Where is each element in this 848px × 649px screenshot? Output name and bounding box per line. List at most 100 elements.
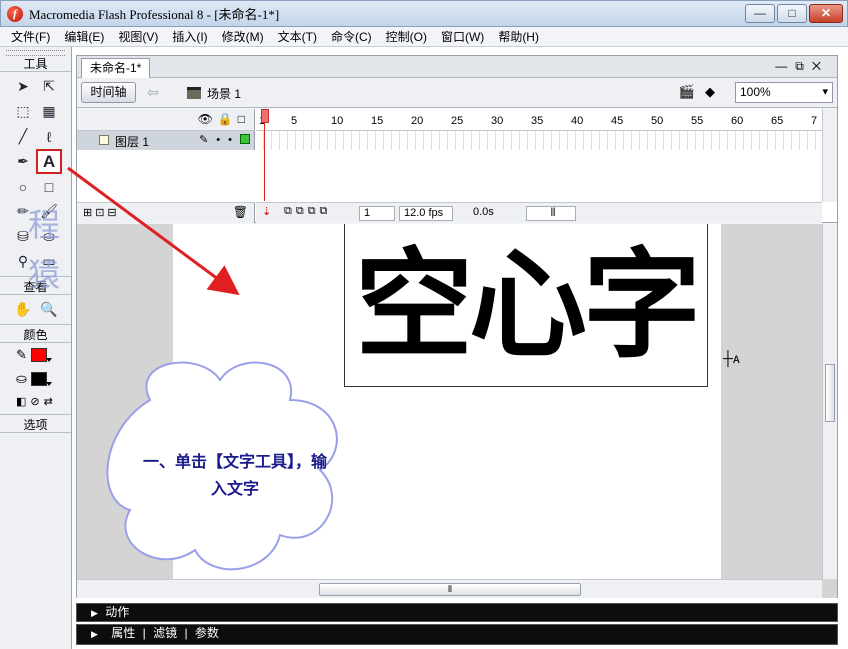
- selection-tool-icon[interactable]: ➤: [10, 74, 36, 99]
- menu-help[interactable]: 帮助(H): [491, 28, 546, 46]
- maximize-button[interactable]: □: [777, 4, 807, 23]
- actions-panel-label[interactable]: 动作: [105, 605, 129, 619]
- center-frame-icon[interactable]: ⇣: [262, 205, 271, 218]
- ruler-number: 45: [611, 115, 624, 127]
- layer-name[interactable]: 图层 1: [115, 133, 149, 150]
- menu-file[interactable]: 文件(F): [4, 28, 57, 46]
- onion-skin-icons[interactable]: ⧉⧉⧉⧉: [284, 205, 331, 218]
- menu-edit[interactable]: 编辑(E): [57, 28, 111, 46]
- watermark-char: 程: [28, 206, 61, 244]
- ruler-number: 5: [291, 115, 298, 127]
- current-frame-field: 1: [359, 206, 395, 221]
- parameters-tab[interactable]: 参数: [195, 626, 219, 640]
- properties-tab[interactable]: 属性: [111, 626, 135, 640]
- stage-hscroll[interactable]: ⦀: [77, 579, 822, 598]
- ruler-number: 60: [731, 115, 744, 127]
- ruler-number: 7: [811, 115, 818, 127]
- stroke-color-swatch[interactable]: [30, 348, 52, 362]
- actions-panel-bar[interactable]: ▶ 动作: [76, 603, 838, 622]
- layer-outline-color[interactable]: [240, 134, 250, 144]
- scene-label[interactable]: 场景 1: [187, 85, 241, 102]
- filters-tab[interactable]: 滤镜: [153, 626, 177, 640]
- pen-tool-icon[interactable]: ✒: [10, 149, 36, 174]
- line-tool-icon[interactable]: ╱: [10, 124, 36, 149]
- free-transform-tool-icon[interactable]: ⬚: [10, 99, 36, 124]
- stage-vscroll[interactable]: [822, 224, 837, 579]
- layer-footer: ⊞⊡⊟ 🗑: [77, 202, 255, 223]
- clapper-icon: [187, 87, 201, 99]
- edit-bar: 时间轴 ⇦ 场景 1 🎬◆ 100%: [77, 78, 837, 108]
- elapsed-time: 0.0s: [473, 206, 494, 218]
- menu-window[interactable]: 窗口(W): [434, 28, 491, 46]
- layer-row[interactable]: 图层 1 ✎••: [77, 131, 255, 150]
- watermark-char: 猿: [28, 256, 61, 294]
- menu-insert[interactable]: 插入(I): [165, 28, 214, 46]
- callout-text: 一、单击【文字工具】，输入文字: [142, 452, 327, 498]
- back-arrow-icon[interactable]: ⇦: [147, 84, 159, 101]
- rectangle-tool-icon[interactable]: □: [36, 174, 62, 199]
- menu-commands[interactable]: 命令(C): [324, 28, 379, 46]
- close-button[interactable]: ✕: [809, 4, 843, 23]
- playhead[interactable]: [261, 109, 269, 202]
- frame-ruler[interactable]: 151015202530354045505560657: [256, 109, 822, 131]
- frame-row[interactable]: [256, 131, 822, 150]
- zoom-tool-icon[interactable]: 🔍: [36, 297, 62, 322]
- ruler-number: 30: [491, 115, 504, 127]
- flash-app-icon: f: [7, 5, 23, 22]
- stage-vscroll-thumb[interactable]: [825, 364, 835, 422]
- fill-color-swatch[interactable]: [30, 372, 52, 386]
- text-tool-icon[interactable]: A: [36, 149, 62, 174]
- layer-visibility-lock-outline-icons[interactable]: 👁🔒□: [198, 112, 250, 126]
- bucket-fill-icon: ⛀: [16, 371, 27, 386]
- pencil-stroke-icon: ✎: [16, 347, 27, 362]
- document-window-controls[interactable]: —⧉✕: [775, 59, 829, 74]
- frame-rate-field[interactable]: 12.0 fps: [399, 206, 453, 221]
- document-tabstrip: 未命名-1* —⧉✕: [77, 56, 837, 78]
- menu-view[interactable]: 视图(V): [111, 28, 165, 46]
- toolbox-header-tools: 工具: [0, 56, 71, 72]
- toolbox-header-options: 选项: [0, 417, 71, 433]
- ruler-number: 50: [651, 115, 664, 127]
- color-options-row: ◧ ⊘ ⇄: [0, 391, 71, 412]
- swap-colors-icon[interactable]: ⇄: [44, 395, 57, 408]
- minimize-button[interactable]: —: [745, 4, 775, 23]
- lasso-tool-icon[interactable]: ℓ: [36, 124, 62, 149]
- menu-modify[interactable]: 修改(M): [215, 28, 271, 46]
- no-color-icon[interactable]: ⊘: [30, 395, 43, 408]
- subselection-tool-icon[interactable]: ⇱: [36, 74, 62, 99]
- title-bar: f Macromedia Flash Professional 8 - [未命名…: [0, 0, 848, 27]
- timeline-status-bar: ⇣ ⧉⧉⧉⧉ 1 12.0 fps 0.0s ⦀: [256, 202, 822, 223]
- zoom-select[interactable]: 100%: [735, 82, 833, 103]
- ruler-number: 35: [531, 115, 544, 127]
- expand-arrow-icon: ▶: [91, 629, 98, 639]
- ruler-number: 25: [451, 115, 464, 127]
- edit-scene-symbol-icons[interactable]: 🎬◆: [679, 84, 725, 100]
- document-tab[interactable]: 未命名-1*: [81, 58, 151, 78]
- ruler-number: 55: [691, 115, 704, 127]
- hand-tool-icon[interactable]: ✋: [10, 297, 36, 322]
- fill-color-row[interactable]: ⛀: [0, 367, 71, 391]
- oval-tool-icon[interactable]: ○: [10, 174, 36, 199]
- ruler-number: 65: [771, 115, 784, 127]
- timeline-vscroll[interactable]: [822, 109, 837, 202]
- delete-layer-icon[interactable]: 🗑: [233, 205, 248, 219]
- timeline-toggle-button[interactable]: 时间轴: [81, 82, 136, 103]
- menu-control[interactable]: 控制(O): [379, 28, 434, 46]
- stage-hscroll-thumb[interactable]: ⦀: [319, 583, 581, 596]
- layer-status-icons[interactable]: ✎••: [199, 133, 250, 146]
- callout: 一、单击【文字工具】，输入文字: [110, 360, 360, 578]
- timeline-hscroll-thumb[interactable]: ⦀: [526, 206, 576, 221]
- text-field-box[interactable]: 空心字: [344, 224, 708, 387]
- ruler-number: 20: [411, 115, 424, 127]
- toolbox-header-colors: 颜色: [0, 327, 71, 343]
- stroke-color-row[interactable]: ✎: [0, 343, 71, 367]
- properties-panel-bar[interactable]: ▶ 属性 | 滤镜 | 参数: [76, 624, 838, 645]
- add-layer-icons[interactable]: ⊞⊡⊟: [83, 206, 120, 219]
- menu-text[interactable]: 文本(T): [271, 28, 324, 46]
- gradient-transform-tool-icon[interactable]: ▦: [36, 99, 62, 124]
- stage-text[interactable]: 空心字: [345, 240, 707, 370]
- toolbox: 工具 ➤ ⇱ ⬚ ▦ ╱ ℓ ✒ A ○ □ ✏ 🖌 ⛁ ⛀ ⚲ ▭ 查看 ✋ …: [0, 47, 72, 649]
- black-white-icon[interactable]: ◧: [16, 395, 30, 408]
- layer-header: 👁🔒□: [77, 109, 255, 131]
- timeline-panel: 👁🔒□ 151015202530354045505560657 图层 1 ✎••…: [77, 109, 837, 223]
